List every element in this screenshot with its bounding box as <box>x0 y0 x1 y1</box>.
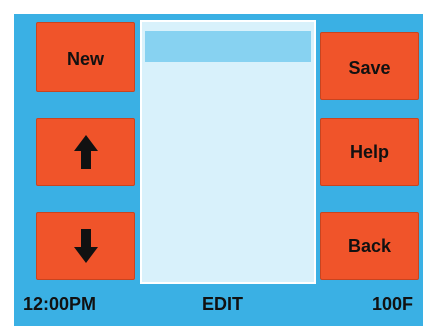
arrow-down-icon <box>73 229 98 263</box>
new-button-label: New <box>66 49 104 69</box>
mode-display: EDIT <box>202 294 244 314</box>
list-selection-highlight[interactable] <box>145 31 311 62</box>
list-panel[interactable] <box>140 20 316 284</box>
temperature-display: 100F <box>371 294 413 314</box>
back-button[interactable]: Back <box>320 212 419 280</box>
arrow-up-icon <box>73 135 98 169</box>
save-button-label: Save <box>348 57 391 78</box>
screen: New Save Help Back 12:00PM EDIT 100F <box>14 14 423 326</box>
scroll-down-button[interactable] <box>36 212 135 280</box>
help-button-label: Help <box>349 141 389 162</box>
scroll-up-button[interactable] <box>36 118 135 186</box>
help-button[interactable]: Help <box>320 118 419 186</box>
time-display: 12:00PM <box>23 294 97 314</box>
save-button[interactable]: Save <box>320 32 419 100</box>
new-button[interactable]: New <box>36 22 135 92</box>
back-button-label: Back <box>347 235 392 256</box>
